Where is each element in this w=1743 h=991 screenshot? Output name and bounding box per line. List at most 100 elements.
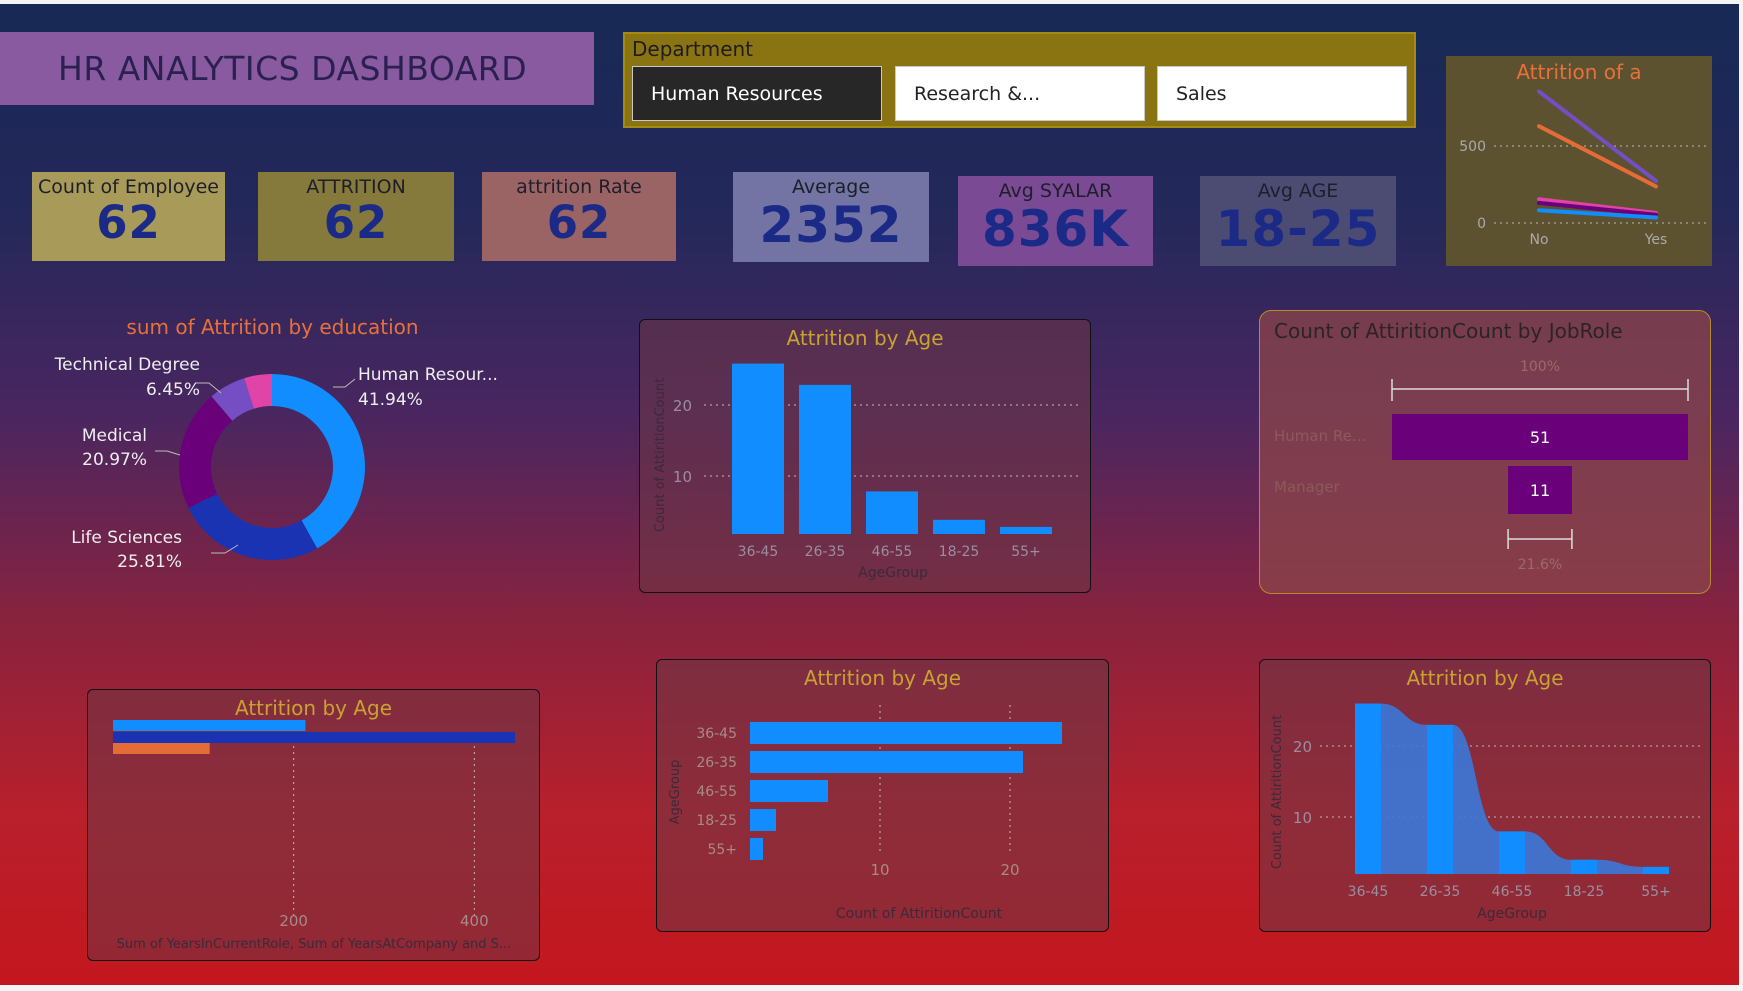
ribbon-column xyxy=(1571,859,1597,874)
education-donut-chart: Human Resour... 41.94% Life Sciences 25.… xyxy=(54,355,498,572)
kpi-average: Average 2352 xyxy=(733,172,929,262)
kpi-value: 62 xyxy=(546,196,612,249)
slice-label: Human Resour... xyxy=(358,365,498,385)
slice-pct: 20.97% xyxy=(82,450,147,470)
slice-label: Medical xyxy=(82,426,147,446)
ribbon-column xyxy=(1499,831,1525,874)
funnel-value-label: 11 xyxy=(1530,481,1550,500)
series-bar xyxy=(113,732,515,743)
bottom-border xyxy=(0,985,1743,991)
y-tick-label: 36-45 xyxy=(696,726,737,742)
label-leader-line xyxy=(155,450,181,456)
funnel-top-label: 100% xyxy=(1520,359,1560,375)
attrition-line-chart: 500 0 No Yes xyxy=(1459,89,1706,248)
kpi-attrition-rate: attrition Rate 62 xyxy=(482,172,676,261)
kpi-count-of-employee: Count of Employee 62 xyxy=(32,172,225,261)
y-tick-label: 0 xyxy=(1477,216,1486,232)
jobrole-funnel-card: Count of AttiritionCount by JobRole 100%… xyxy=(1259,310,1711,594)
kpi-value: 2352 xyxy=(759,196,903,254)
x-tick-label: 26-35 xyxy=(805,544,846,560)
funnel-category-label: Manager xyxy=(1274,478,1341,496)
y-tick-label: 46-55 xyxy=(696,784,737,800)
dashboard-title: HR ANALYTICS DASHBOARD xyxy=(58,49,528,88)
age-column-card: Attrition by Age 20 10 Count of Attiriti… xyxy=(639,319,1091,593)
years-bar-chart: Sum of YearsInCurrentRole, Sum of YearsA… xyxy=(113,720,515,952)
donut-slice xyxy=(179,396,233,508)
horizontal-bar xyxy=(750,838,763,860)
kpi-label: Count of Employee xyxy=(38,176,219,198)
x-tick-label: Yes xyxy=(1644,232,1668,248)
age-column-chart: 20 10 Count of AttiritionCount AgeGroup … xyxy=(653,363,1080,581)
y-tick-label: 18-25 xyxy=(696,813,737,829)
label-leader-line xyxy=(333,378,356,388)
x-tick-label: 10 xyxy=(870,861,889,879)
donut-slice xyxy=(272,374,366,549)
slice-pct: 25.81% xyxy=(117,552,182,572)
slice-pct: 41.94% xyxy=(358,390,423,410)
kpi-label: Avg SYALAR xyxy=(998,180,1113,202)
kpi-value: 62 xyxy=(96,196,161,249)
column-bar xyxy=(866,491,918,534)
top-border xyxy=(0,0,1743,4)
x-tick-label: 36-45 xyxy=(738,544,779,560)
education-donut-card: sum of Attrition by education Human Reso… xyxy=(45,305,500,600)
slice-pct: 6.45% xyxy=(146,380,200,400)
jobrole-funnel-chart: 100% 21.6% Human Re... Manager 51 11 xyxy=(1274,359,1689,573)
y-tick-label: 55+ xyxy=(707,842,737,858)
y-axis-title: Count of AttiritionCount xyxy=(1270,715,1285,869)
x-axis-title: AgeGroup xyxy=(1477,906,1547,922)
series-bar xyxy=(113,743,210,754)
x-tick-label: 20 xyxy=(1000,861,1019,879)
horizontal-bar xyxy=(750,809,776,831)
x-tick-label: 400 xyxy=(460,912,489,930)
series-bar xyxy=(113,720,306,731)
column-bar xyxy=(933,519,985,534)
dashboard-title-banner: HR ANALYTICS DASHBOARD xyxy=(0,32,594,105)
x-tick-label: 200 xyxy=(279,912,308,930)
kpi-label: Average xyxy=(791,176,871,198)
slicer-option-human-resources[interactable]: Human Resources xyxy=(632,66,882,121)
years-bar-card: Attrition by Age Sum of YearsInCurrentRo… xyxy=(87,689,540,961)
ribbon-column xyxy=(1355,703,1381,874)
y-tick-label: 10 xyxy=(1293,809,1312,827)
x-tick-label: 55+ xyxy=(1641,884,1671,900)
column-bar xyxy=(799,384,851,534)
ribbon-column xyxy=(1643,866,1669,874)
kpi-label: attrition Rate xyxy=(516,176,642,198)
attrition-line-card: Attrition of a 500 0 No Yes xyxy=(1446,56,1712,266)
column-bar xyxy=(732,363,784,534)
funnel-category-label: Human Re... xyxy=(1274,427,1366,445)
horizontal-bar xyxy=(750,722,1062,744)
department-slicer-label: Department xyxy=(632,37,754,61)
y-tick-label: 26-35 xyxy=(696,755,737,771)
column-bar xyxy=(1000,526,1052,534)
horizontal-bar xyxy=(750,751,1023,773)
x-tick-label: 26-35 xyxy=(1420,884,1461,900)
y-tick-label: 10 xyxy=(673,468,692,486)
slice-label: Technical Degree xyxy=(54,355,200,375)
age-ribbon-chart: 20 10 Count of AttiritionCount AgeGroup … xyxy=(1270,703,1704,922)
slicer-option-research[interactable]: Research &... xyxy=(895,66,1145,121)
age-ribbon-card: Attrition by Age 20 10 Count of Attiriti… xyxy=(1259,659,1711,932)
slicer-option-sales[interactable]: Sales xyxy=(1157,66,1407,121)
kpi-label: ATTRITION xyxy=(306,176,406,198)
kpi-value: 836K xyxy=(981,200,1130,258)
x-tick-label: 18-25 xyxy=(939,544,980,560)
ribbon-column xyxy=(1427,724,1453,874)
funnel-bottom-label: 21.6% xyxy=(1518,557,1562,573)
x-tick-label: 18-25 xyxy=(1564,884,1605,900)
slice-label: Life Sciences xyxy=(71,528,182,548)
y-tick-label: 20 xyxy=(673,397,692,415)
y-tick-label: 500 xyxy=(1459,139,1486,155)
y-axis-title: Count of AttiritionCount xyxy=(653,378,668,532)
x-tick-label: 46-55 xyxy=(872,544,913,560)
kpi-avg-age: Avg AGE 18-25 xyxy=(1200,176,1396,266)
kpi-attrition: ATTRITION 62 xyxy=(258,172,454,261)
y-axis-title: AgeGroup xyxy=(668,760,683,825)
x-tick-label: 55+ xyxy=(1011,544,1041,560)
kpi-label: Avg AGE xyxy=(1257,180,1339,202)
x-tick-label: 46-55 xyxy=(1492,884,1533,900)
x-tick-label: No xyxy=(1529,232,1548,248)
kpi-value: 18-25 xyxy=(1215,200,1381,258)
donut-slice xyxy=(188,493,318,560)
